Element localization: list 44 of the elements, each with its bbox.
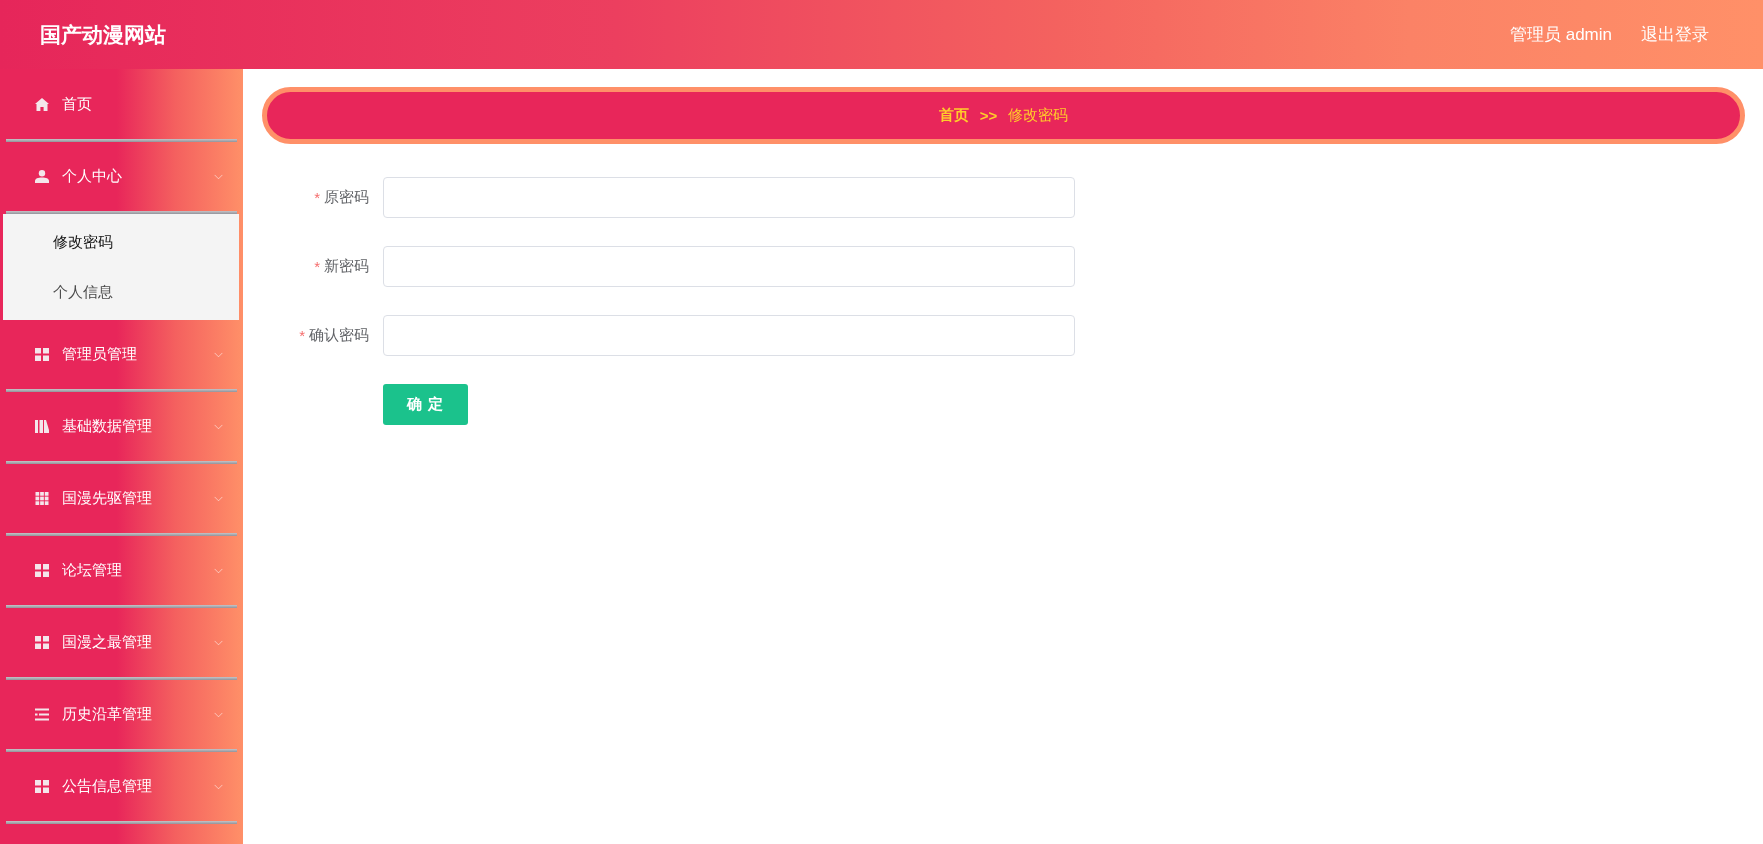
chevron-icon — [214, 173, 223, 180]
menu-item[interactable]: 公告信息管理 — [0, 752, 243, 821]
menu-item[interactable]: 国漫之最管理 — [0, 608, 243, 677]
chevron-icon — [214, 567, 223, 574]
menu-item[interactable]: 国漫先驱管理 — [0, 464, 243, 533]
breadcrumb-separator: >> — [979, 107, 998, 124]
grid-icon — [35, 564, 49, 577]
breadcrumb-current: 修改密码 — [1008, 106, 1069, 125]
required-mark: * — [299, 327, 305, 344]
required-mark: * — [314, 189, 320, 206]
submenu-item[interactable]: 修改密码 — [3, 217, 239, 267]
menu-item[interactable]: 论坛管理 — [0, 536, 243, 605]
required-mark: * — [314, 258, 320, 275]
menu-item[interactable]: 个人中心 — [0, 142, 243, 211]
submenu-item[interactable]: 个人信息 — [3, 267, 239, 317]
password-field[interactable] — [383, 177, 1075, 218]
user-label: 管理员 admin — [1509, 24, 1612, 46]
password-field[interactable] — [383, 315, 1075, 356]
grid-icon — [35, 348, 49, 361]
home-icon — [35, 98, 49, 111]
breadcrumb-link[interactable]: 首页 — [938, 106, 969, 125]
field-label: 确认密码 — [309, 326, 369, 345]
grid-icon — [35, 636, 49, 649]
confirm-button[interactable]: 确 定 — [383, 384, 468, 425]
chevron-icon — [214, 711, 223, 718]
menu-item[interactable]: 首页 — [0, 70, 243, 139]
site-title: 国产动漫网站 — [40, 21, 166, 48]
chevron-icon — [214, 783, 223, 790]
field-label: 原密码 — [324, 188, 369, 207]
field-label: 新密码 — [324, 257, 369, 276]
books-icon — [35, 420, 49, 433]
chevron-icon — [214, 639, 223, 646]
password-field[interactable] — [383, 246, 1075, 287]
menu-item[interactable]: 历史沿革管理 — [0, 680, 243, 749]
list-icon — [35, 708, 49, 721]
menu-item[interactable]: 基础数据管理 — [0, 392, 243, 461]
logout-link[interactable]: 退出登录 — [1641, 23, 1709, 46]
user-icon — [35, 170, 49, 183]
menu-item[interactable]: 管理员管理 — [0, 320, 243, 389]
chevron-icon — [214, 423, 223, 430]
chevron-icon — [214, 351, 223, 358]
grid-icon — [35, 780, 49, 793]
grid-icon — [35, 492, 49, 505]
chevron-icon — [214, 495, 223, 502]
